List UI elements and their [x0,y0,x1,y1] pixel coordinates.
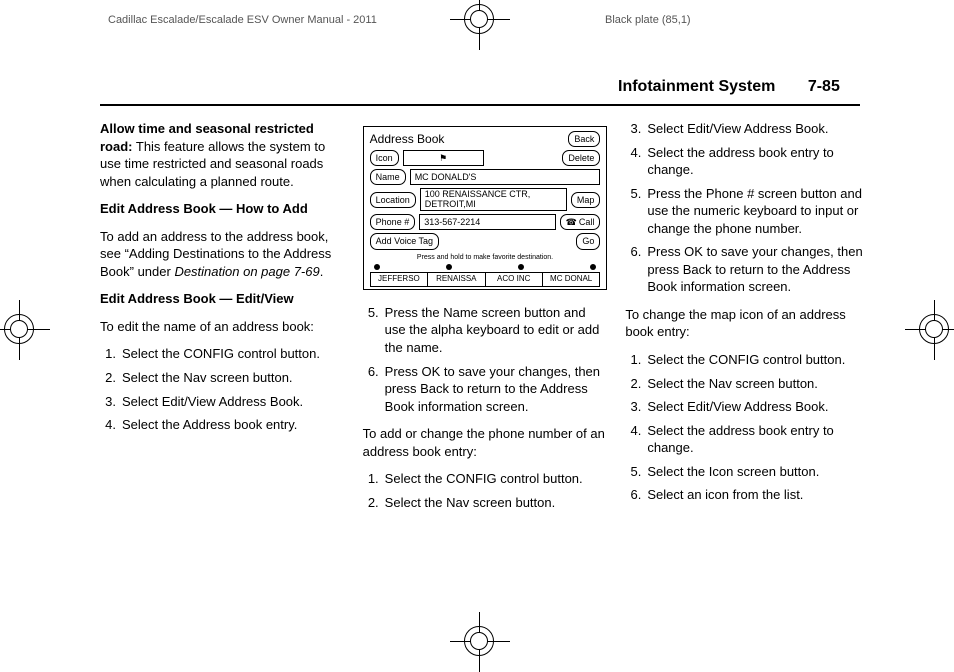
list-item: 5.Press the Phone # screen button and us… [625,185,870,238]
dot-icon [590,264,596,270]
icon-button[interactable]: Icon [370,150,399,166]
list-item: 6.Press OK to save your changes, then pr… [363,363,608,416]
add-voice-tag-button[interactable]: Add Voice Tag [370,233,439,249]
favorite-tab[interactable]: MC DONAL [542,272,600,287]
list-item: 2.Select the Nav screen button. [625,375,870,393]
name-value: MC DONALD'S [410,169,601,185]
delete-button[interactable]: Delete [562,150,600,166]
crop-mark-icon [905,300,954,360]
figure-note: Press and hold to make favorite destinat… [370,253,601,262]
para-allow-time: Allow time and seasonal restricted road:… [100,120,345,190]
header-rule [100,104,860,106]
list-item: 4.Select the address book entry to chang… [625,422,870,457]
plate-label: Black plate (85,1) [605,14,691,26]
list-item: 3.Select Edit/View Address Book. [100,393,345,411]
list-item: 2.Select the Nav screen button. [100,369,345,387]
column-2: Address Book Back Icon ⚑ Delete Name MC … [363,120,608,521]
go-button[interactable]: Go [576,233,600,249]
para-edit-name: To edit the name of an address book: [100,318,345,336]
favorite-tab[interactable]: ACO INC [485,272,542,287]
list-item: 1.Select the CONFIG control button. [363,470,608,488]
dot-icon [518,264,524,270]
dot-icon [374,264,380,270]
list-change-phone: 1.Select the CONFIG control button. 2.Se… [363,470,608,511]
location-button[interactable]: Location [370,192,416,208]
para-change-phone: To add or change the phone number of an … [363,425,608,460]
map-button[interactable]: Map [571,192,601,208]
list-item: 4.Select the address book entry to chang… [625,144,870,179]
list-item: 3.Select Edit/View Address Book. [625,120,870,138]
column-1: Allow time and seasonal restricted road:… [100,120,345,521]
section-header: Infotainment System 7-85 [618,78,840,96]
list-item: 5.Select the Icon screen button. [625,463,870,481]
location-value: 100 RENAISSANCE CTR, DETROIT,MI [420,188,567,211]
heading-edit-view: Edit Address Book — Edit/View [100,290,345,308]
page-number: 7-85 [808,78,840,95]
list-change-icon: 1.Select the CONFIG control button. 2.Se… [625,351,870,504]
section-name: Infotainment System [618,78,775,95]
list-item: 6.Press OK to save your changes, then pr… [625,243,870,296]
call-button[interactable]: Call [560,214,601,230]
list-change-phone-cont: 3.Select Edit/View Address Book. 4.Selec… [625,120,870,296]
list-edit-name-cont: 5.Press the Name screen button and use t… [363,304,608,415]
manual-title: Cadillac Escalade/Escalade ESV Owner Man… [108,14,377,26]
header-strip: Cadillac Escalade/Escalade ESV Owner Man… [0,14,954,38]
list-item: 1.Select the CONFIG control button. [100,345,345,363]
flag-icon: ⚑ [403,150,484,166]
address-book-figure: Address Book Back Icon ⚑ Delete Name MC … [363,126,608,290]
list-item: 6.Select an icon from the list. [625,486,870,504]
para-change-icon: To change the map icon of an address boo… [625,306,870,341]
column-3: 3.Select Edit/View Address Book. 4.Selec… [625,120,870,521]
heading-how-to-add: Edit Address Book — How to Add [100,200,345,218]
list-item: 4.Select the Address book entry. [100,416,345,434]
phone-button[interactable]: Phone # [370,214,416,230]
body-content: Allow time and seasonal restricted road:… [100,120,870,560]
crop-mark-icon [0,300,50,360]
para-add-address: To add an address to the address book, s… [100,228,345,281]
back-button[interactable]: Back [568,131,600,147]
dot-icon [446,264,452,270]
list-item: 3.Select Edit/View Address Book. [625,398,870,416]
figure-title: Address Book [370,131,601,147]
favorite-dots [370,264,601,270]
favorite-tab[interactable]: RENAISSA [427,272,484,287]
phone-value: 313-567-2214 [419,214,555,230]
name-button[interactable]: Name [370,169,406,185]
favorite-tab[interactable]: JEFFERSO [370,272,427,287]
list-item: 5.Press the Name screen button and use t… [363,304,608,357]
list-item: 1.Select the CONFIG control button. [625,351,870,369]
list-item: 2.Select the Nav screen button. [363,494,608,512]
crop-mark-icon [450,612,510,672]
list-edit-name: 1.Select the CONFIG control button. 2.Se… [100,345,345,433]
